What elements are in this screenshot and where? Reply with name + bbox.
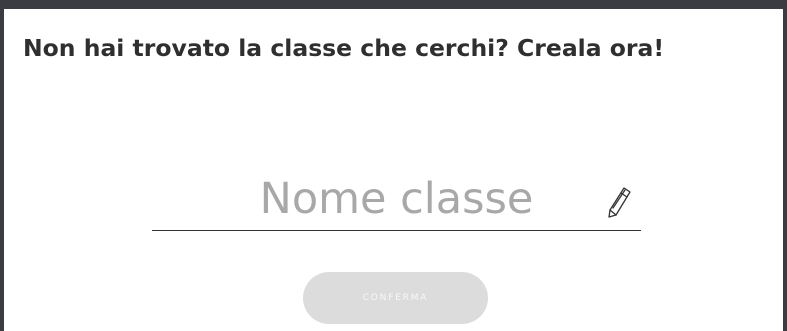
input-underline — [152, 230, 641, 231]
dialog-title: Non hai trovato la classe che cerchi? Cr… — [23, 34, 665, 62]
class-name-field — [152, 167, 641, 231]
pencil-icon[interactable] — [604, 184, 634, 220]
confirm-button[interactable]: CONFERMA — [303, 272, 488, 324]
modal-backdrop: Non hai trovato la classe che cerchi? Cr… — [0, 0, 787, 331]
class-name-input[interactable] — [152, 167, 641, 230]
create-class-dialog: Non hai trovato la classe che cerchi? Cr… — [4, 9, 783, 331]
